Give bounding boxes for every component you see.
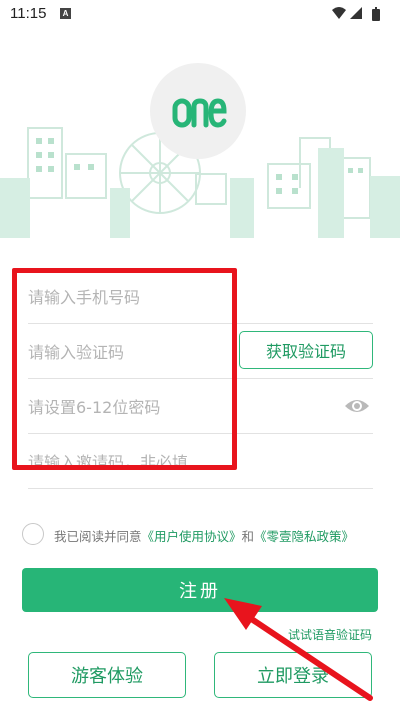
status-icons bbox=[332, 7, 380, 21]
notification-a-icon: A bbox=[60, 8, 71, 19]
password-field bbox=[28, 379, 373, 434]
agreement-text: 我已阅读并同意《用户使用协议》和《零壹隐私政策》 bbox=[54, 526, 354, 545]
verification-code-field: 获取验证码 bbox=[28, 324, 373, 379]
one-logo-icon bbox=[172, 98, 227, 128]
agreement-prefix: 我已阅读并同意 bbox=[54, 529, 142, 544]
phone-field bbox=[28, 269, 373, 324]
agreement-joiner: 和 bbox=[241, 529, 255, 544]
signal-icon bbox=[350, 7, 362, 19]
password-input[interactable] bbox=[28, 393, 258, 421]
wifi-icon bbox=[332, 7, 346, 19]
phone-input[interactable] bbox=[28, 283, 258, 311]
agreement-row: 我已阅读并同意《用户使用协议》和《零壹隐私政策》 bbox=[22, 523, 382, 547]
login-button[interactable]: 立即登录 bbox=[214, 652, 372, 698]
hero-banner bbox=[0, 28, 400, 243]
verification-code-input[interactable] bbox=[28, 338, 258, 366]
show-password-eye-icon[interactable] bbox=[343, 393, 371, 419]
agree-checkbox[interactable] bbox=[22, 523, 44, 545]
voice-code-link[interactable]: 试试语音验证码 bbox=[288, 626, 372, 643]
register-button[interactable]: 注册 bbox=[22, 568, 378, 612]
invite-code-field bbox=[28, 434, 373, 489]
battery-icon bbox=[372, 7, 380, 21]
get-code-button[interactable]: 获取验证码 bbox=[239, 331, 373, 369]
app-logo bbox=[150, 63, 246, 159]
status-bar: 11:15 A bbox=[0, 0, 400, 28]
status-time: 11:15 bbox=[10, 5, 47, 22]
invite-code-input[interactable] bbox=[28, 448, 258, 476]
user-agreement-link[interactable]: 《用户使用协议》 bbox=[142, 529, 242, 544]
privacy-policy-link[interactable]: 《零壹隐私政策》 bbox=[254, 529, 354, 544]
guest-experience-button[interactable]: 游客体验 bbox=[28, 652, 186, 698]
